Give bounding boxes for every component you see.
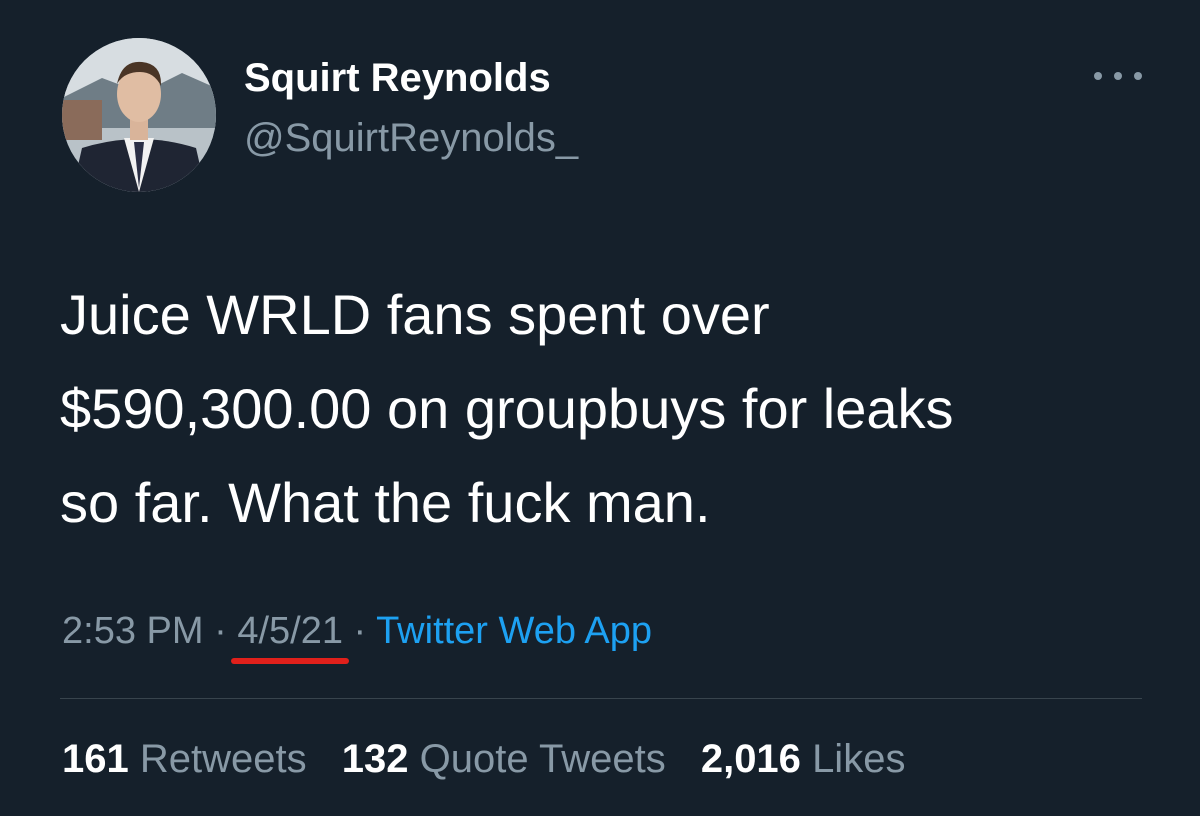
likes-count: 2,016: [700, 737, 801, 781]
likes-label: Likes: [812, 737, 906, 781]
tweet-text: Juice WRLD fans spent over $590,300.00 o…: [60, 268, 1160, 550]
tweet-text-line: Juice WRLD fans spent over: [60, 283, 770, 346]
more-dot: [1094, 72, 1102, 80]
more-horizontal-icon[interactable]: [1094, 64, 1142, 88]
retweets-count: 161: [62, 737, 129, 781]
likes-stat[interactable]: 2,016 Likes: [701, 737, 906, 781]
meta-separator: ·: [353, 610, 367, 652]
more-dot: [1134, 72, 1142, 80]
tweet-date[interactable]: 4/5/21: [231, 606, 349, 664]
quote-tweets-count: 132: [341, 737, 409, 781]
tweet-card: Squirt Reynolds @SquirtReynolds_ Juice W…: [0, 0, 1200, 816]
avatar[interactable]: [62, 38, 216, 192]
retweets-label: Retweets: [139, 737, 307, 781]
retweets-stat[interactable]: 161 Retweets: [62, 737, 307, 781]
tweet-source-link[interactable]: Twitter Web App: [376, 610, 652, 652]
tweet-text-line: $590,300.00 on groupbuys for leaks: [60, 377, 954, 440]
tweet-stats: 161 Retweets 132 Quote Tweets 2,016 Like…: [62, 734, 929, 784]
tweet-text-line: so far. What the fuck man.: [60, 471, 711, 534]
tweet-meta: 2:53 PM · 4/5/21 · Twitter Web App: [62, 606, 652, 664]
tweet-date-text: 4/5/21: [237, 610, 343, 652]
user-handle[interactable]: @SquirtReynolds_: [244, 114, 578, 162]
quote-tweets-stat[interactable]: 132 Quote Tweets: [342, 737, 666, 781]
divider: [60, 698, 1142, 699]
display-name[interactable]: Squirt Reynolds: [244, 54, 551, 102]
meta-separator: ·: [214, 610, 227, 652]
red-underline-annotation: [231, 658, 349, 664]
more-dot: [1114, 72, 1122, 80]
quote-tweets-label: Quote Tweets: [419, 737, 666, 781]
tweet-time[interactable]: 2:53 PM: [62, 610, 204, 652]
